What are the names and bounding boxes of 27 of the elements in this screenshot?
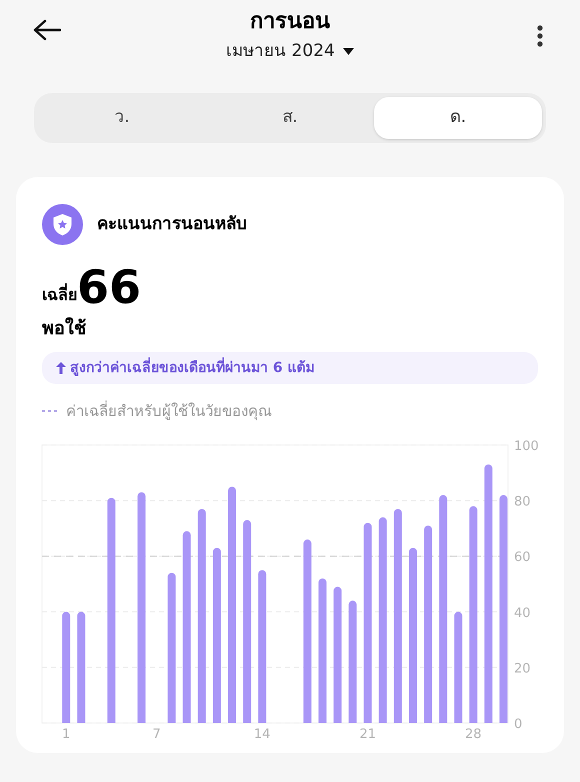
y-tick-label: 60 [514,550,531,565]
dashed-line-icon [42,409,58,414]
y-tick-label: 100 [514,438,539,454]
x-tick-label: 14 [254,726,270,740]
comparison-text: สูงกว่าค่าเฉลี่ยของเดือนที่ผ่านมา 6 แต้ม [70,358,314,378]
x-tick-label: 21 [359,726,376,740]
y-tick-label: 20 [514,660,531,676]
x-tick-label: 7 [152,726,161,740]
x-tick-label: 28 [465,726,482,740]
screen-title: การนอน [250,8,330,36]
rating-text: พอใช้ [42,316,87,341]
more-options-icon[interactable] [536,25,544,47]
y-tick-label: 0 [514,716,522,732]
month-selector[interactable]: เมษายน 2024 [226,38,354,64]
card-title: คะแนนการนอนหลับ [97,212,247,236]
period-tab[interactable]: ว. [38,97,206,139]
y-tick-label: 80 [514,494,531,510]
period-tab[interactable]: ส. [206,97,374,139]
average-label: เฉลี่ย [42,283,77,306]
y-tick-label: 40 [514,605,531,620]
caret-icon [342,48,354,54]
legend-text: ค่าเฉลี่ยสำหรับผู้ใช้ในวัยของคุณ [66,400,272,422]
x-tick-label: 1 [62,726,70,740]
average-score: 66 [77,261,142,313]
up-arrow-icon [56,362,66,374]
back-arrow-icon[interactable] [33,19,61,41]
period-tab[interactable]: ด. [374,97,542,139]
